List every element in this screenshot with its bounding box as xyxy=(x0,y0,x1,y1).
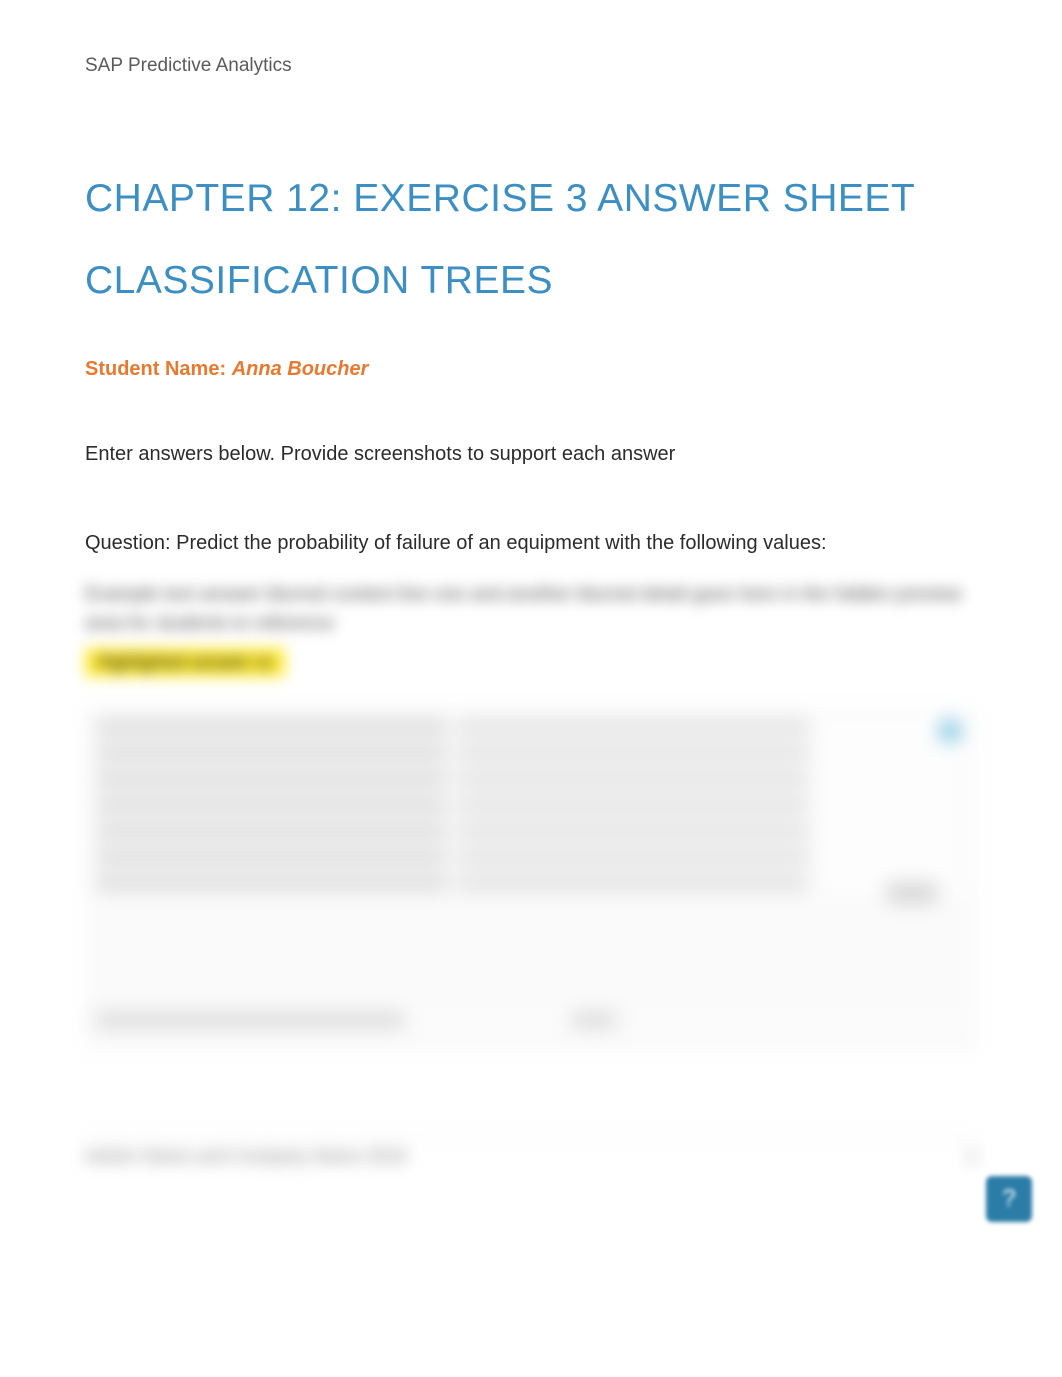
instructions-text: Enter answers below. Provide screenshots… xyxy=(85,443,977,466)
help-button[interactable]: ? xyxy=(986,1176,1032,1222)
header-subject: SAP Predictive Analytics xyxy=(85,55,977,77)
help-icon: ? xyxy=(1002,1185,1015,1213)
page-title-line2: CLASSIFICATION TREES xyxy=(85,259,977,303)
screenshot-placeholder xyxy=(85,707,977,1052)
page-title-line1: CHAPTER 12: EXERCISE 3 ANSWER SHEET xyxy=(85,177,977,221)
highlighted-blurred-answer: Highlighted answer xx xyxy=(85,648,977,677)
footer-left: Author Name and Company Name 2019 xyxy=(85,1146,406,1167)
footer-page-number: 1 xyxy=(967,1146,977,1167)
student-name-label: Student Name: xyxy=(85,358,232,380)
footer: Author Name and Company Name 2019 1 xyxy=(85,1135,977,1167)
student-name-line: Student Name: Anna Boucher xyxy=(85,358,977,381)
blurred-answer-text: Example text answer blurred content line… xyxy=(85,581,977,638)
student-name-value: Anna Boucher xyxy=(232,358,369,380)
question-text: Question: Predict the probability of fai… xyxy=(85,532,977,555)
highlighted-blur-text: Highlighted answer xx xyxy=(85,648,285,677)
